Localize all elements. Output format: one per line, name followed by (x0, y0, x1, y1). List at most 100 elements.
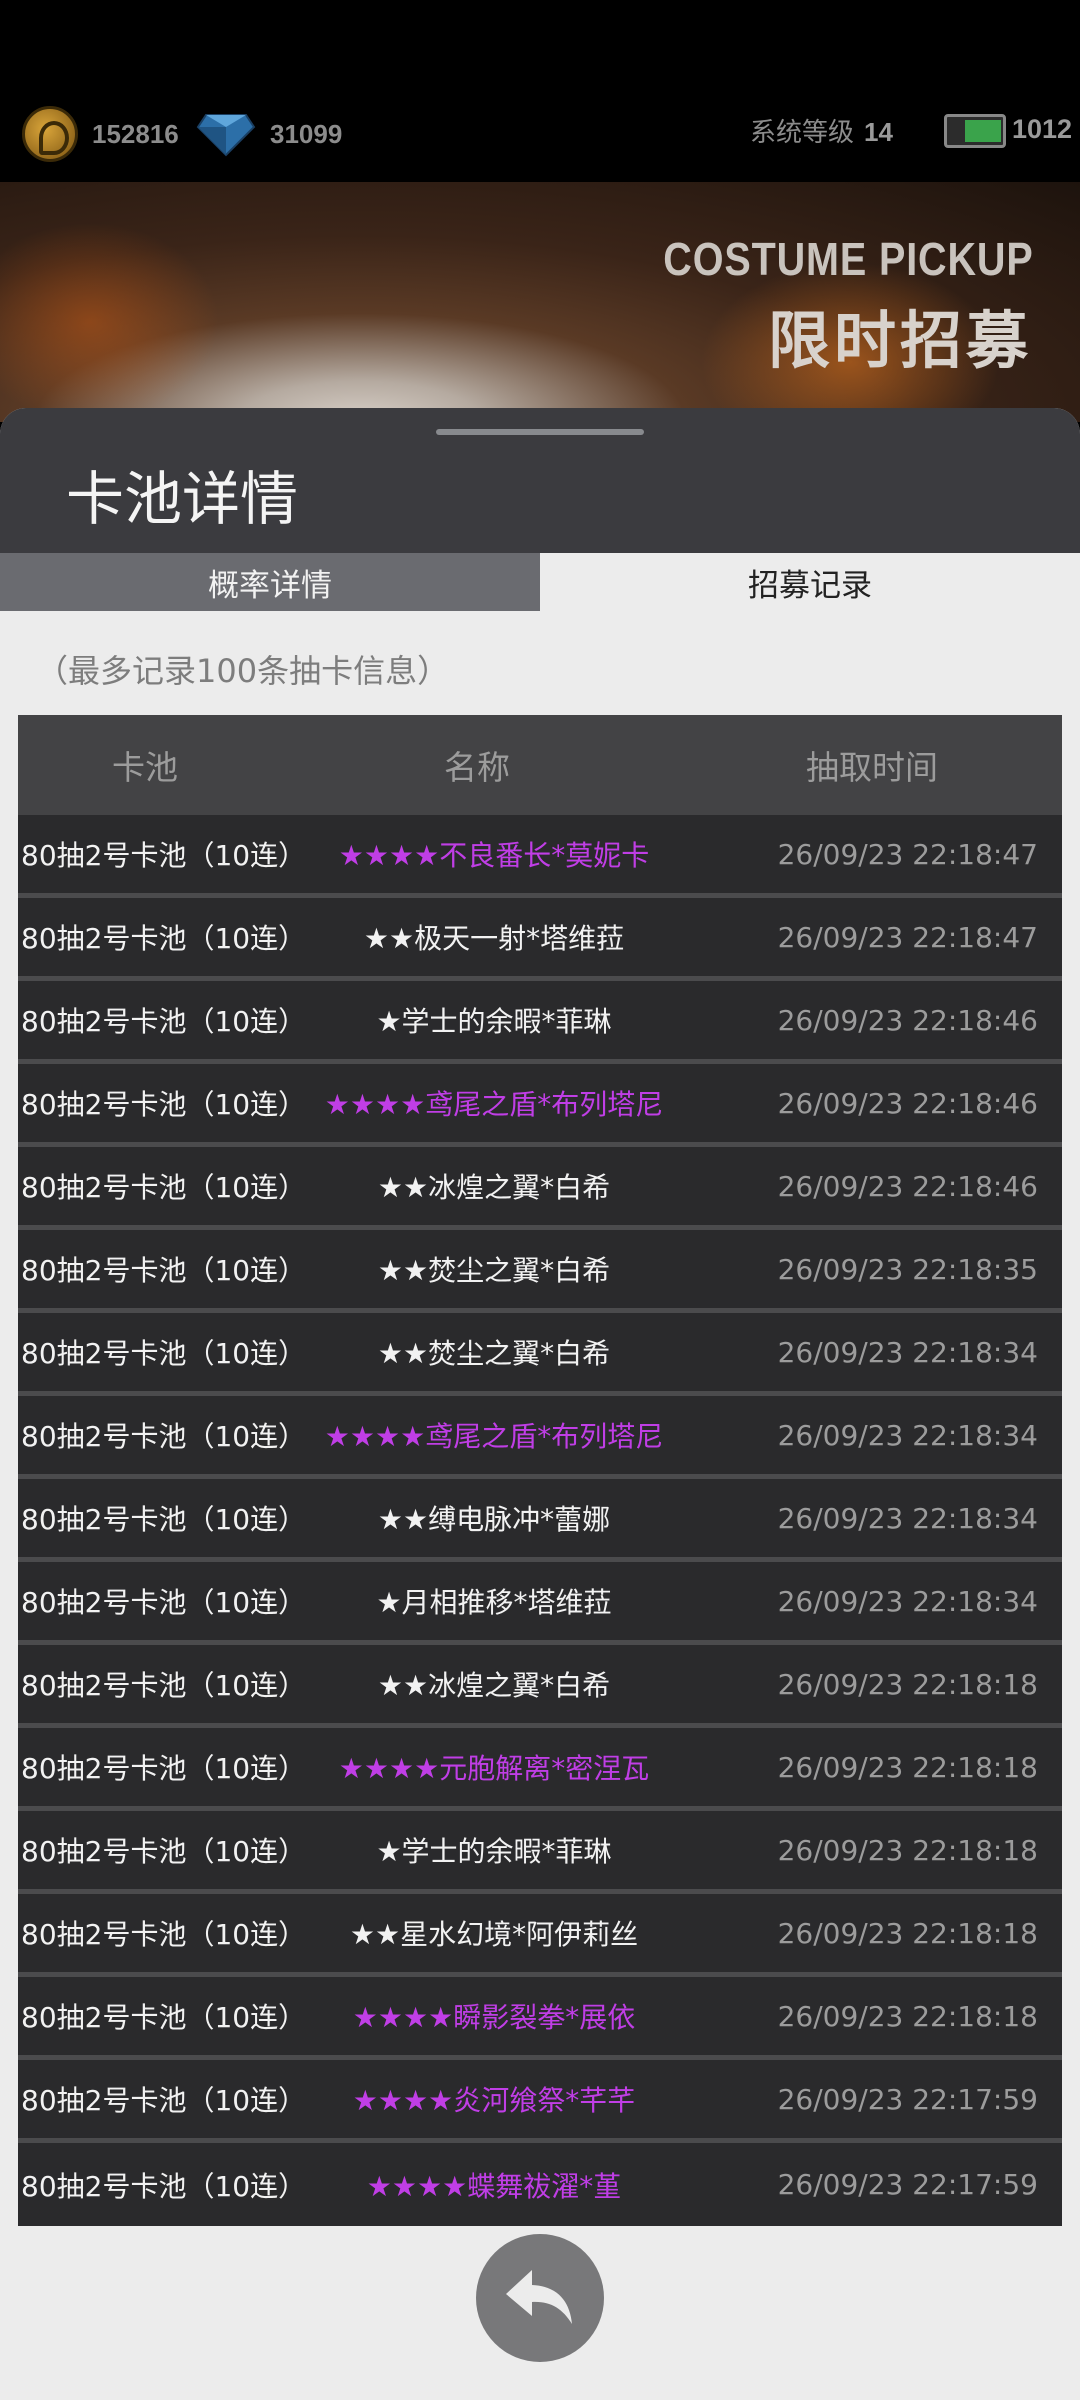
row-card-name: ★★★★鸢尾之盾*布列塔尼 (324, 1088, 664, 1121)
column-header-name: 名称 (444, 748, 510, 787)
recruit-records-table: 卡池 名称 抽取时间 80抽2号卡池（10连） ★★★★不良番长*莫妮卡 26/09… (18, 715, 1062, 2226)
row-pool: 80抽2号卡池（10连） (21, 1337, 307, 1370)
row-card-name: ★月相推移*塔维菈 (376, 1586, 612, 1619)
table-row: 80抽2号卡池（10连） ★学士的余暇*菲琳 26/09/23 22:18:18 (18, 1811, 1062, 1894)
table-row: 80抽2号卡池（10连） ★月相推移*塔维菈 26/09/23 22:18:34 (18, 1562, 1062, 1645)
tab-bar: 概率详情 招募记录 (0, 553, 1080, 611)
row-draw-time: 26/09/23 22:17:59 (777, 2168, 1038, 2201)
row-pool: 80抽2号卡池（10连） (21, 1254, 307, 1287)
panel-header: 卡池详情 (0, 408, 1080, 553)
banner-title-cn: 限时招募 (767, 304, 1032, 377)
system-level: 系统等级 14 (750, 112, 893, 149)
system-level-label: 系统等级 (750, 118, 855, 148)
row-draw-time: 26/09/23 22:18:47 (777, 920, 1038, 954)
table-row: 80抽2号卡池（10连） ★★星水幻境*阿伊莉丝 26/09/23 22:18:18 (18, 1894, 1062, 1977)
top-status-bar: 152816 31099 系统等级 14 1012 (0, 0, 1080, 182)
row-card-name: ★★★★蝶舞祓濯*堇 (366, 2169, 622, 2203)
system-level-value: 14 (864, 117, 893, 147)
table-row: 80抽2号卡池（10连） ★★★★元胞解离*密涅瓦 26/09/23 22:18:1… (18, 1728, 1062, 1811)
table-row: 80抽2号卡池（10连） ★★★★鸢尾之盾*布列塔尼 26/09/23 22:18:… (18, 1396, 1062, 1479)
row-pool: 80抽2号卡池（10连） (21, 1088, 307, 1121)
table-row: 80抽2号卡池（10连） ★★焚尘之翼*白希 26/09/23 22:18:34 (18, 1313, 1062, 1396)
row-pool: 80抽2号卡池（10连） (21, 1503, 307, 1536)
row-draw-time: 26/09/23 22:18:34 (777, 1335, 1038, 1369)
gold-counter: 152816 (22, 104, 179, 164)
row-draw-time: 26/09/23 22:18:46 (777, 1169, 1038, 1203)
event-banner: COSTUME PICKUP 限时招募 (0, 182, 1080, 422)
stamina-value: 1012 (1012, 114, 1073, 144)
row-pool: 80抽2号卡池（10连） (21, 1586, 307, 1619)
row-draw-time: 26/09/23 22:18:18 (777, 1833, 1038, 1867)
row-card-name: ★★★★鸢尾之盾*布列塔尼 (324, 1420, 664, 1453)
row-card-name: ★★缚电脉冲*蕾娜 (377, 1503, 611, 1536)
table-row: 80抽2号卡池（10连） ★★★★瞬影裂拳*展依 26/09/23 22:18:18 (18, 1977, 1062, 2060)
table-row: 80抽2号卡池（10连） ★★★★炎河飨祭*芊芊 26/09/23 22:17:59 (18, 2060, 1062, 2143)
row-card-name: ★★星水幻境*阿伊莉丝 (349, 1918, 639, 1951)
row-pool: 80抽2号卡池（10连） (21, 2001, 307, 2034)
diamond-counter: 31099 (196, 104, 342, 164)
record-limit-note: （最多记录100条抽卡信息） (36, 652, 450, 690)
tab-probability-details[interactable]: 概率详情 (0, 553, 540, 611)
row-draw-time: 26/09/23 22:18:34 (777, 1501, 1038, 1535)
coin-icon (22, 106, 78, 162)
column-header-time: 抽取时间 (806, 748, 938, 787)
row-draw-time: 26/09/23 22:18:34 (777, 1584, 1038, 1618)
row-pool: 80抽2号卡池（10连） (21, 922, 307, 955)
row-pool: 80抽2号卡池（10连） (21, 1835, 307, 1868)
row-card-name: ★★极天一射*塔维菈 (363, 922, 625, 955)
table-row: 80抽2号卡池（10连） ★★★★鸢尾之盾*布列塔尼 26/09/23 22:18:… (18, 1064, 1062, 1147)
row-card-name: ★★★★不良番长*莫妮卡 (338, 839, 650, 872)
diamond-icon (196, 109, 256, 159)
row-draw-time: 26/09/23 22:18:46 (777, 1003, 1038, 1037)
row-pool: 80抽2号卡池（10连） (21, 1420, 307, 1453)
gold-amount: 152816 (92, 118, 179, 149)
back-arrow-icon (506, 2270, 572, 2324)
table-row: 80抽2号卡池（10连） ★★缚电脉冲*蕾娜 26/09/23 22:18:34 (18, 1479, 1062, 1562)
pool-details-panel: 卡池详情 概率详情 招募记录 （最多记录100条抽卡信息） 卡池 名称 抽取时间… (0, 408, 1080, 2400)
table-row: 80抽2号卡池（10连） ★★冰煌之翼*白希 26/09/23 22:18:46 (18, 1147, 1062, 1230)
drag-handle[interactable] (436, 429, 644, 435)
row-pool: 80抽2号卡池（10连） (21, 1005, 307, 1038)
row-pool: 80抽2号卡池（10连） (21, 1171, 307, 1204)
banner-title-en: COSTUME PICKUP (663, 233, 1034, 285)
panel-title: 卡池详情 (66, 465, 299, 533)
back-button[interactable] (476, 2234, 604, 2362)
table-row: 80抽2号卡池（10连） ★★焚尘之翼*白希 26/09/23 22:18:35 (18, 1230, 1062, 1313)
row-draw-time: 26/09/23 22:18:46 (777, 1086, 1038, 1120)
banner-glow-left (0, 222, 220, 422)
row-draw-time: 26/09/23 22:18:18 (777, 1999, 1038, 2033)
table-header: 卡池 名称 抽取时间 (18, 715, 1062, 815)
row-draw-time: 26/09/23 22:18:35 (777, 1252, 1038, 1286)
table-body: 80抽2号卡池（10连） ★★★★不良番长*莫妮卡 26/09/23 22:18:4… (18, 815, 1062, 2226)
row-pool: 80抽2号卡池（10连） (21, 1752, 307, 1785)
row-card-name: ★★冰煌之翼*白希 (377, 1669, 611, 1702)
table-row: 80抽2号卡池（10连） ★学士的余暇*菲琳 26/09/23 22:18:46 (18, 981, 1062, 1064)
row-card-name: ★★★★瞬影裂拳*展依 (352, 2001, 636, 2034)
row-pool: 80抽2号卡池（10连） (21, 839, 307, 872)
battery-icon (944, 114, 1006, 148)
table-row: 80抽2号卡池（10连） ★★极天一射*塔维菈 26/09/23 22:18:47 (18, 898, 1062, 981)
column-header-pool: 卡池 (112, 748, 178, 787)
row-card-name: ★★冰煌之翼*白希 (377, 1171, 611, 1204)
row-card-name: ★学士的余暇*菲琳 (376, 1005, 612, 1038)
row-draw-time: 26/09/23 22:17:59 (777, 2082, 1038, 2116)
table-row: 80抽2号卡池（10连） ★★冰煌之翼*白希 26/09/23 22:18:18 (18, 1645, 1062, 1728)
row-card-name: ★★焚尘之翼*白希 (377, 1254, 611, 1287)
row-card-name: ★学士的余暇*菲琳 (376, 1835, 612, 1868)
table-row: 80抽2号卡池（10连） ★★★★蝶舞祓濯*堇 26/09/23 22:17:59 (18, 2143, 1062, 2226)
diamond-amount: 31099 (270, 118, 343, 149)
row-card-name: ★★焚尘之翼*白希 (377, 1337, 611, 1370)
row-pool: 80抽2号卡池（10连） (21, 1669, 307, 1702)
row-draw-time: 26/09/23 22:18:18 (777, 1916, 1038, 1950)
row-card-name: ★★★★元胞解离*密涅瓦 (338, 1752, 650, 1785)
row-pool: 80抽2号卡池（10连） (21, 2084, 307, 2117)
row-pool: 80抽2号卡池（10连） (21, 2169, 307, 2203)
row-draw-time: 26/09/23 22:18:18 (777, 1750, 1038, 1784)
row-draw-time: 26/09/23 22:18:34 (777, 1418, 1038, 1452)
row-card-name: ★★★★炎河飨祭*芊芊 (352, 2084, 636, 2117)
row-pool: 80抽2号卡池（10连） (21, 1918, 307, 1951)
table-row: 80抽2号卡池（10连） ★★★★不良番长*莫妮卡 26/09/23 22:18:4… (18, 815, 1062, 898)
tab-recruit-records[interactable]: 招募记录 (540, 553, 1080, 611)
row-draw-time: 26/09/23 22:18:18 (777, 1667, 1038, 1701)
row-draw-time: 26/09/23 22:18:47 (777, 837, 1038, 871)
